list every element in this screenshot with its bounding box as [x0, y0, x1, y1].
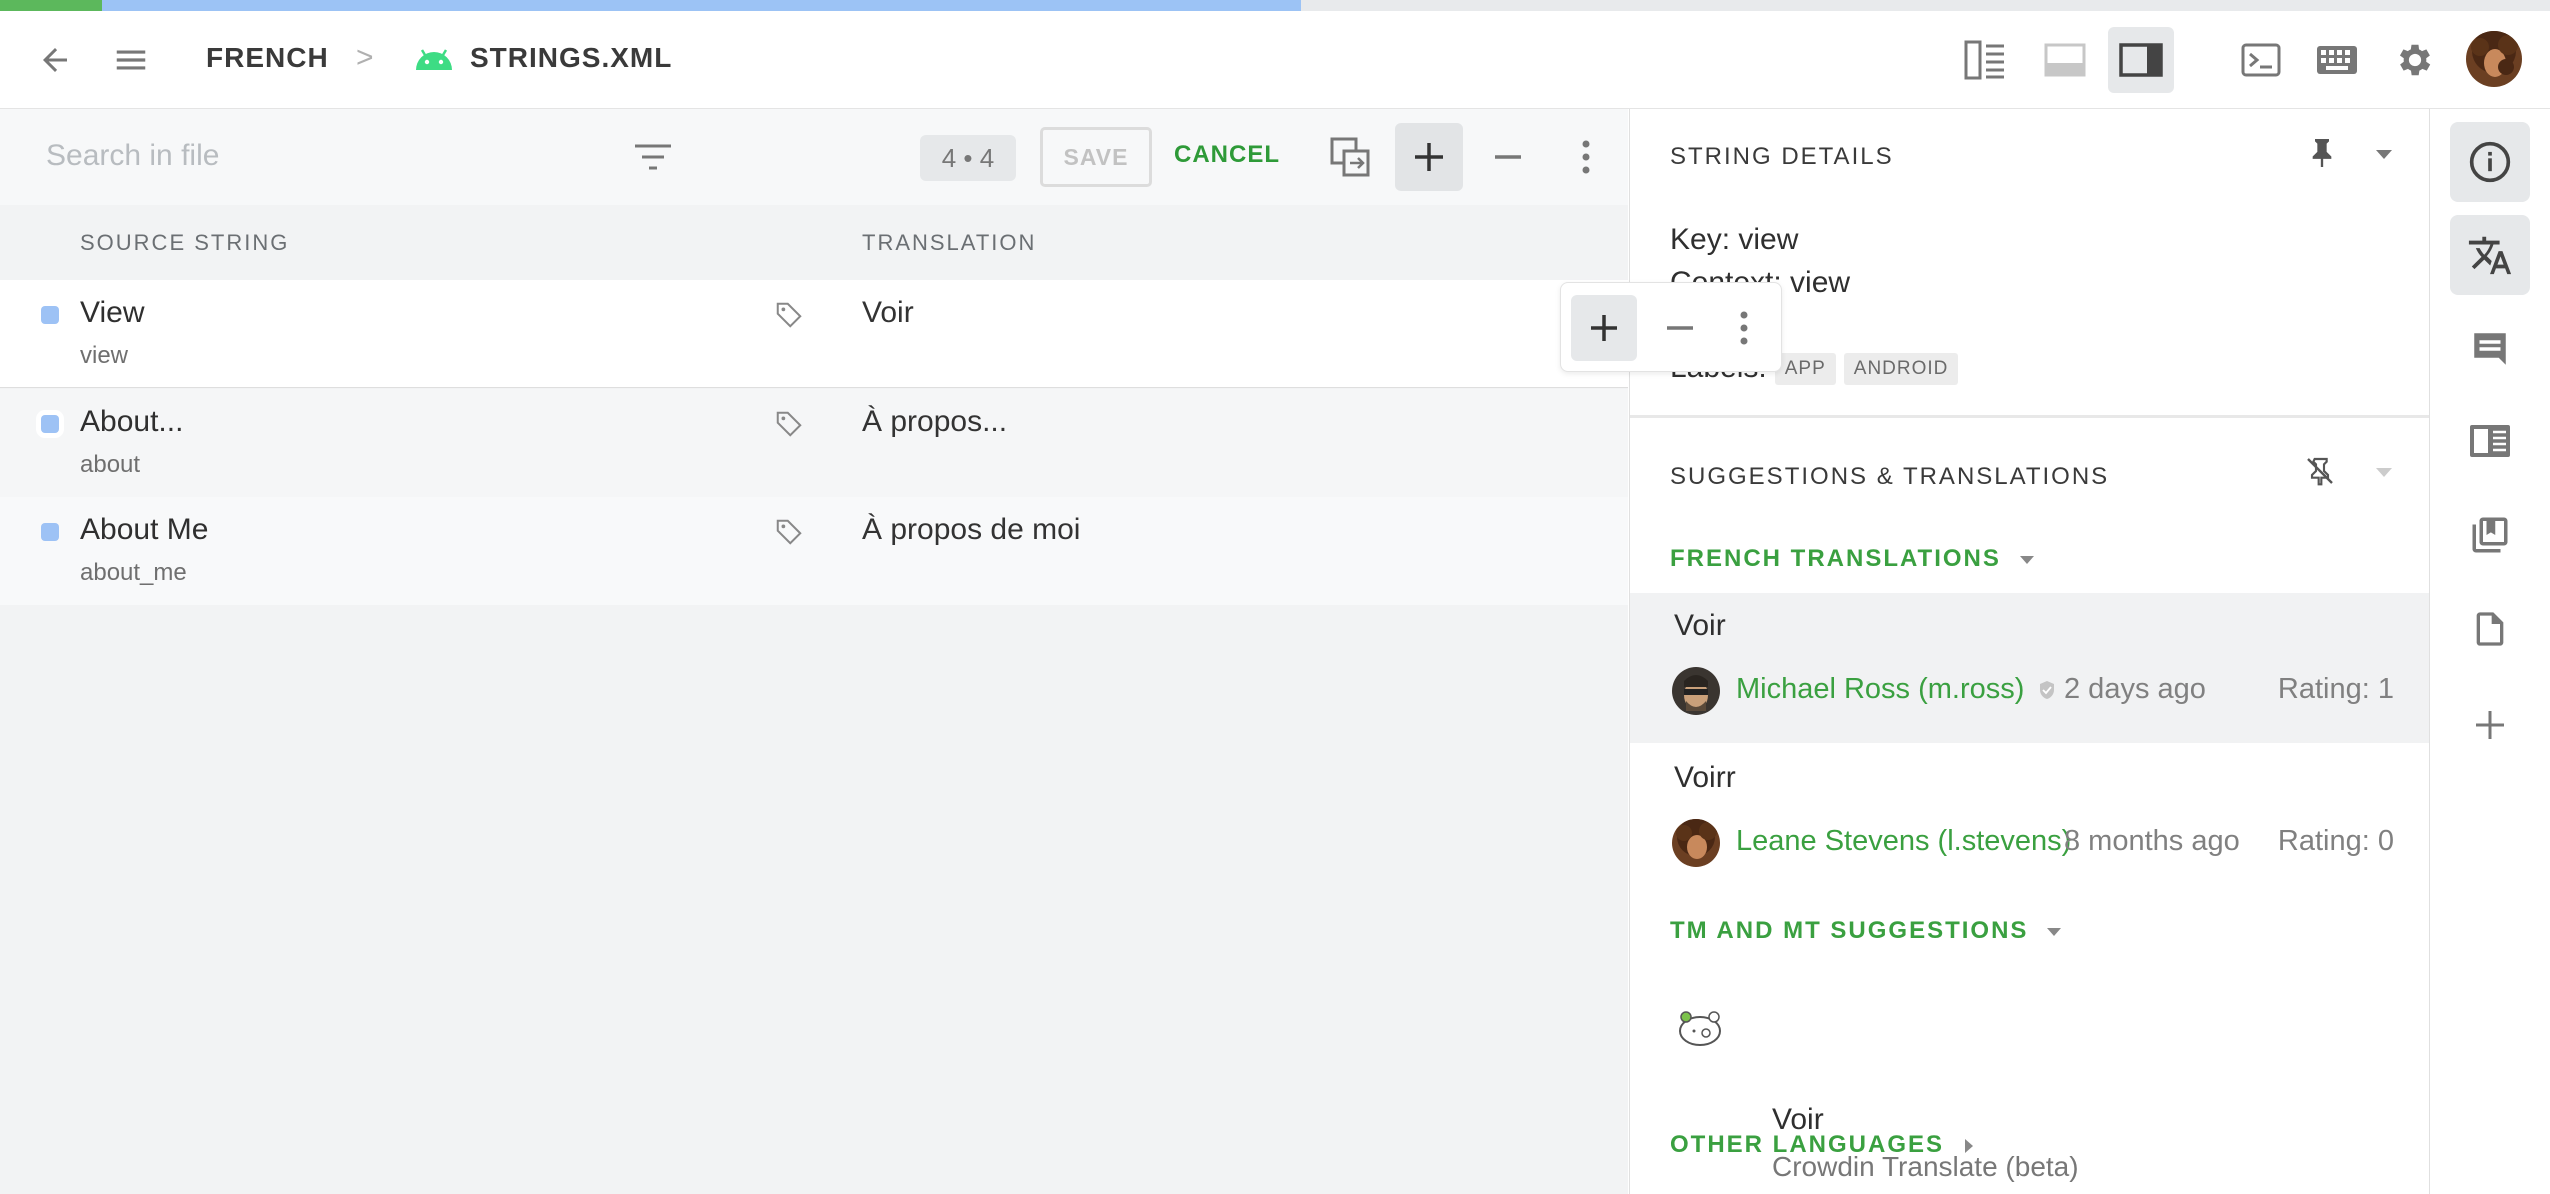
table-row[interactable]: View view Voir: [0, 280, 1628, 388]
menu-icon[interactable]: [106, 35, 156, 85]
suggestion-time: 2 days ago: [2064, 673, 2206, 705]
terminal-icon[interactable]: [2236, 35, 2286, 85]
suggestions-title: SUGGESTIONS & TRANSLATIONS: [1670, 463, 2110, 490]
suggestion-rating: Rating: 1: [2277, 673, 2394, 705]
minus-icon[interactable]: [1474, 123, 1542, 191]
suggestion-actions: [1560, 282, 1782, 372]
progress-bar: [0, 0, 2550, 11]
strings-panel: Search in file 4 • 4 SAVE CANCEL SOURCE …: [0, 109, 1628, 1194]
tag-icon[interactable]: [774, 517, 804, 547]
status-dot: [41, 306, 59, 324]
translation-text: À propos...: [862, 405, 1008, 438]
save-button[interactable]: SAVE: [1040, 127, 1152, 187]
more-vert-icon[interactable]: [1552, 123, 1620, 191]
label-chip[interactable]: APP: [1774, 353, 1836, 386]
other-languages-toggle[interactable]: OTHER LANGUAGES: [1670, 1131, 1973, 1159]
column-header-source: SOURCE STRING: [80, 230, 290, 255]
string-details-title: STRING DETAILS: [1670, 143, 1894, 170]
copy-source-icon[interactable]: [1316, 123, 1384, 191]
filter-icon[interactable]: [628, 137, 678, 177]
column-header-translation: TRANSLATION: [862, 230, 1037, 255]
translate-icon[interactable]: [2450, 215, 2530, 295]
collapse-caret-icon[interactable]: [2366, 137, 2402, 173]
tm-suggestion[interactable]: Voir Crowdin Translate (beta): [1630, 973, 2430, 1182]
source-text: About Me: [80, 513, 209, 546]
editor-toolbar: Search in file 4 • 4 SAVE CANCEL: [0, 109, 1628, 205]
suggestion-time: 8 months ago: [2064, 825, 2240, 857]
status-dot: [41, 415, 59, 433]
string-key: about_me: [80, 559, 187, 586]
avatar: [1672, 667, 1720, 715]
string-key-detail: Key: view: [1670, 223, 1799, 256]
tm-mt-suggestions-toggle[interactable]: TM AND MT SUGGESTIONS: [1670, 917, 2062, 945]
add-icon[interactable]: [2450, 685, 2530, 765]
translation-text: À propos de moi: [862, 513, 1081, 546]
string-key: about: [80, 451, 141, 478]
tm-mt-suggestions-label: TM AND MT SUGGESTIONS: [1670, 917, 2029, 944]
other-languages-label: OTHER LANGUAGES: [1670, 1131, 1945, 1158]
translation-suggestion[interactable]: Voir Michael Ross (m.ross) 2 days ago Ra…: [1630, 593, 2430, 743]
layout-horizontal-icon[interactable]: [2032, 27, 2098, 93]
more-vert-icon[interactable]: [1711, 295, 1777, 361]
glossary-icon[interactable]: [2450, 401, 2530, 481]
breadcrumb-language[interactable]: FRENCH: [206, 42, 329, 74]
plus-icon[interactable]: [1395, 123, 1463, 191]
pin-icon[interactable]: [2302, 133, 2342, 173]
source-text: About...: [80, 405, 184, 438]
android-icon: [412, 41, 456, 77]
search-input[interactable]: Search in file: [46, 139, 219, 173]
french-translations-label: FRENCH TRANSLATIONS: [1670, 545, 2001, 572]
top-header: FRENCH > STRINGS.XML: [0, 11, 2550, 109]
info-icon[interactable]: [2450, 122, 2530, 202]
progress-translated: [102, 0, 1301, 11]
gear-icon[interactable]: [2390, 35, 2440, 85]
comment-icon[interactable]: [2450, 309, 2530, 389]
plus-icon[interactable]: [1571, 295, 1637, 361]
table-row[interactable]: About... about À propos...: [0, 389, 1628, 497]
avatar[interactable]: [2466, 31, 2522, 87]
status-dot: [41, 523, 59, 541]
suggestion-author[interactable]: Leane Stevens (l.stevens): [1736, 825, 2071, 858]
tag-icon[interactable]: [774, 300, 804, 330]
caret-down-icon: [2047, 927, 2062, 936]
suggestion-text: Voir: [1674, 609, 1726, 642]
tag-icon[interactable]: [774, 409, 804, 439]
minus-icon[interactable]: [1647, 295, 1713, 361]
translation-text: Voir: [862, 296, 914, 329]
table-row[interactable]: About Me about_me À propos de moi: [0, 497, 1628, 605]
details-panel: STRING DETAILS Key: view Context: view L…: [1629, 109, 2430, 1194]
french-translations-toggle[interactable]: FRENCH TRANSLATIONS: [1670, 545, 2034, 573]
layout-side-by-side-icon[interactable]: [1952, 27, 2018, 93]
suggestion-rating: Rating: 0: [2277, 825, 2394, 857]
collapse-caret-icon[interactable]: [2366, 455, 2402, 491]
side-rail: [2429, 109, 2550, 1194]
verified-shield-icon: [2036, 679, 2058, 701]
translation-suggestion[interactable]: Voirr Leane Stevens (l.stevens) 8 months…: [1630, 745, 2430, 895]
caret-right-icon: [1964, 1138, 1973, 1153]
suggestion-text: Voirr: [1674, 761, 1736, 794]
section-divider: [1630, 415, 2430, 418]
cancel-button[interactable]: CANCEL: [1174, 141, 1280, 169]
string-key: view: [80, 342, 129, 369]
progress-approved: [0, 0, 102, 11]
back-arrow-icon[interactable]: [30, 35, 80, 85]
label-chip[interactable]: ANDROID: [1843, 353, 1959, 386]
breadcrumb-file[interactable]: STRINGS.XML: [470, 42, 672, 74]
crowdin-translate-icon: [1674, 1003, 1726, 1051]
unpin-icon[interactable]: [2300, 451, 2340, 491]
caret-down-icon: [2019, 555, 2034, 564]
keyboard-icon[interactable]: [2312, 35, 2362, 85]
layout-vertical-icon[interactable]: [2108, 27, 2174, 93]
breadcrumb-separator: >: [356, 41, 374, 74]
suggestion-author[interactable]: Michael Ross (m.ross): [1736, 673, 2024, 706]
avatar: [1672, 819, 1720, 867]
string-counter: 4 • 4: [920, 135, 1016, 181]
tm-icon[interactable]: [2450, 495, 2530, 575]
source-text: View: [80, 296, 145, 329]
file-icon[interactable]: [2450, 589, 2530, 669]
